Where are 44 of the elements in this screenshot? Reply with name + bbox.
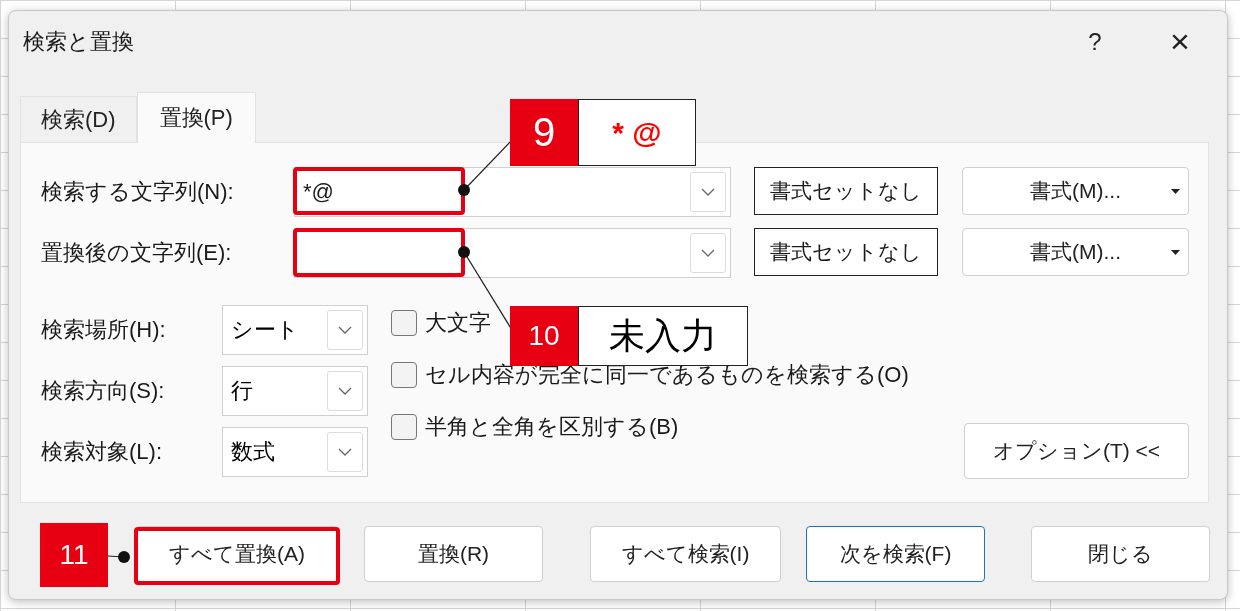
chevron-down-icon — [701, 188, 715, 196]
dropdown[interactable]: シート — [222, 305, 368, 355]
options-button[interactable]: オプション(T) << — [964, 423, 1189, 479]
caret-icon — [1171, 189, 1180, 194]
field-label: 検索対象(L): — [41, 438, 163, 466]
action-button[interactable]: すべて検索(I) — [590, 526, 781, 582]
help-button[interactable]: ? — [1075, 26, 1115, 57]
tab[interactable]: 置換(P) — [136, 92, 256, 143]
close-button[interactable]: × — [1155, 21, 1205, 62]
chevron-down-icon — [338, 387, 352, 395]
dropdown[interactable]: 行 — [222, 366, 368, 416]
leader-line — [107, 551, 130, 563]
caret-icon — [1171, 250, 1180, 255]
field-label: 検索する文字列(N): — [41, 178, 235, 206]
callout-number: 11 — [40, 523, 108, 587]
checkbox-label: 大文字 — [425, 309, 491, 337]
input-field[interactable] — [294, 228, 731, 278]
dropdown[interactable]: 数式 — [222, 427, 368, 477]
field-label: 置換後の文字列(E): — [41, 239, 233, 267]
input-field[interactable]: *@ — [294, 167, 731, 217]
format-button[interactable]: 書式(M)... — [962, 167, 1189, 215]
chevron-down-icon — [701, 249, 715, 257]
checkbox[interactable] — [391, 310, 417, 336]
field-label: 検索場所(H): — [41, 316, 167, 344]
action-button[interactable]: 次を検索(F) — [806, 526, 985, 582]
chevron-down-icon — [338, 448, 352, 456]
checkbox-label: 半角と全角を区別する(B) — [425, 413, 679, 441]
callout-text: * @ — [578, 99, 696, 166]
callout-number: 10 — [510, 306, 578, 366]
checkbox[interactable] — [391, 414, 417, 440]
checkbox[interactable] — [391, 362, 417, 388]
window-title: 検索と置換 — [23, 27, 134, 56]
leader-line — [458, 139, 513, 196]
format-button[interactable]: 書式(M)... — [962, 228, 1189, 276]
callout-number: 9 — [510, 99, 578, 166]
tab[interactable]: 検索(D) — [20, 96, 137, 142]
field-label: 検索方向(S): — [41, 377, 166, 405]
callout-text: 未入力 — [578, 306, 748, 366]
format-preview: 書式セットなし — [754, 228, 938, 276]
action-button[interactable]: 置換(R) — [364, 526, 543, 582]
action-button[interactable]: すべて置換(A) — [136, 526, 338, 582]
chevron-down-icon — [338, 326, 352, 334]
action-button[interactable]: 閉じる — [1031, 526, 1210, 582]
format-preview: 書式セットなし — [754, 167, 938, 215]
